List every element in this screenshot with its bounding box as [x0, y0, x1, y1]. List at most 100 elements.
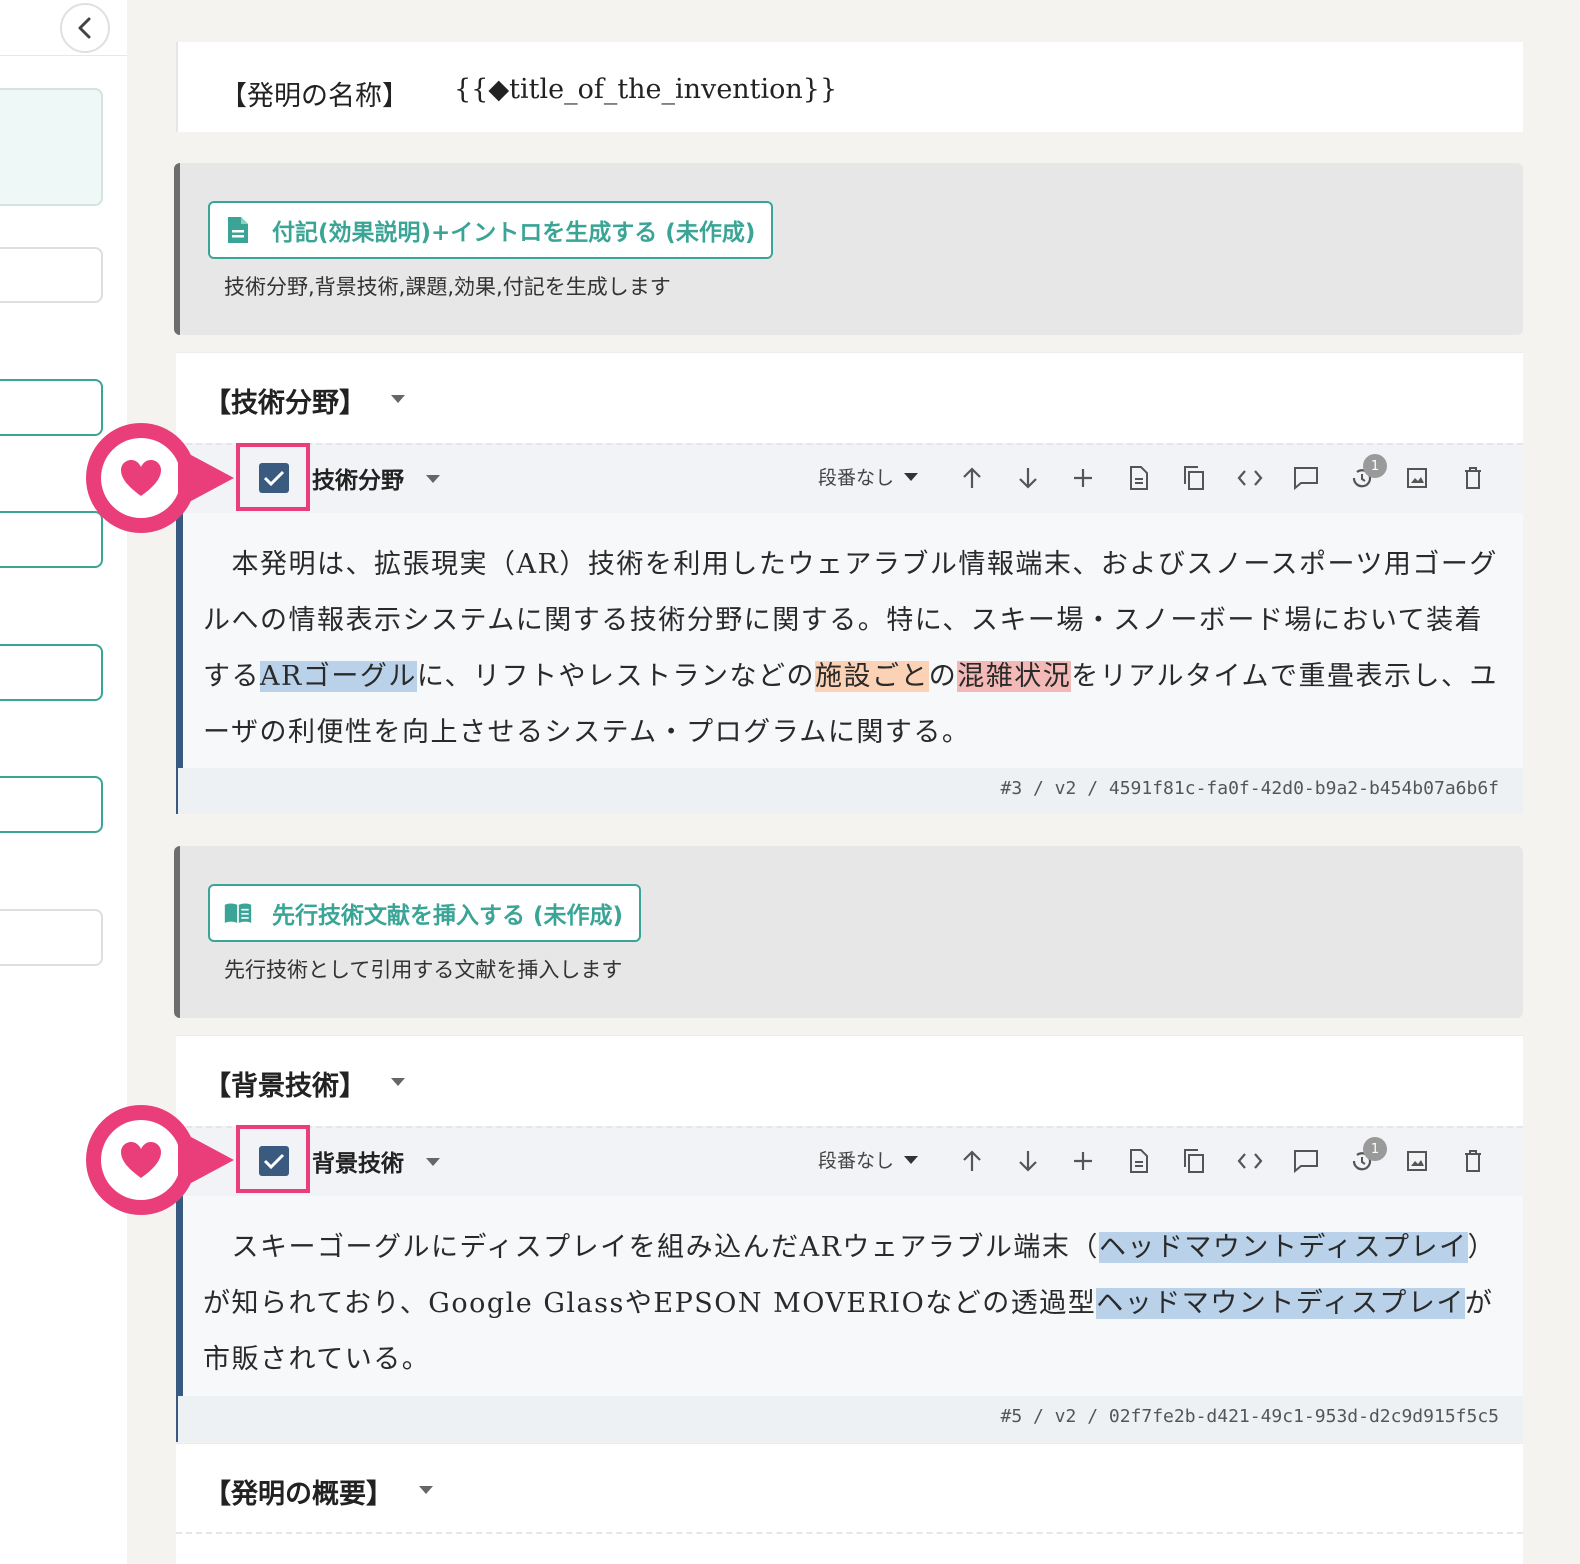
annotation-pointer [178, 1130, 234, 1190]
book-icon [224, 898, 252, 928]
history-count-badge: 1 [1363, 454, 1387, 478]
heart-icon [121, 1142, 161, 1178]
sidebar-card[interactable] [0, 88, 103, 206]
highlighted-term: 混雑状況 [957, 661, 1072, 692]
left-sidebar [0, 0, 127, 1564]
numbering-value: 段番なし [818, 467, 895, 489]
highlighted-term: 施設ごと [815, 661, 929, 692]
section-divider [176, 1532, 1523, 1534]
annotation-pointer [178, 448, 234, 508]
move-down-button[interactable] [1011, 1144, 1045, 1178]
arrow-down-icon [1019, 468, 1037, 489]
numbering-value: 段番なし [818, 1150, 895, 1172]
sidebar-field[interactable] [0, 909, 103, 966]
numbering-dropdown-icon [904, 1155, 919, 1164]
title-value[interactable]: {{◆title_of_the_invention}} [454, 74, 837, 105]
document-button[interactable] [1122, 1144, 1156, 1178]
paragraph-type-label[interactable]: 背景技術 [312, 1144, 404, 1178]
numbering-dropdown-icon [904, 472, 919, 481]
move-up-button[interactable] [955, 1144, 989, 1178]
paragraph-type-label[interactable]: 技術分野 [312, 461, 404, 495]
paragraph-footer: #3 / v2 / 4591f81c-fa0f-42d0-b9a2-b454b0… [176, 768, 1523, 814]
sidebar-button[interactable] [0, 776, 103, 833]
code-button[interactable] [1233, 1144, 1267, 1178]
document-icon [1130, 466, 1148, 490]
comment-icon [1294, 467, 1318, 490]
collapse-sidebar-button[interactable] [60, 3, 110, 53]
section-dropdown-icon[interactable] [391, 1078, 405, 1086]
section-title: 【発明の概要】 [204, 1479, 393, 1510]
text-run: スキーゴーグルにディスプレイを組み込んだARウェアラブル端末（ [203, 1232, 1099, 1263]
section-technical-field: 【技術分野】 技術分野 段番なし 1 本発明は、拡張現実（AR）技術を利用したウ… [176, 352, 1523, 814]
generate-intro-label: 付記(効果説明)+イントロを生成する (未作成) [272, 220, 756, 246]
copy-icon [1184, 466, 1204, 490]
arrow-down-icon [1019, 1151, 1037, 1172]
paragraph-footer: #5 / v2 / 02f7fe2b-d421-49c1-953d-d2c9d9… [176, 1396, 1523, 1442]
highlighted-term: ARゴーグル [260, 661, 417, 692]
section-dropdown-icon[interactable] [391, 395, 405, 403]
insert-prior-art-description: 先行技術として引用する文献を挿入します [224, 958, 623, 982]
insert-prior-art-label: 先行技術文献を挿入する (未作成) [272, 903, 624, 929]
paragraph-body[interactable]: 本発明は、拡張現実（AR）技術を利用したウェアラブル情報端末、およびスノースポー… [176, 513, 1523, 768]
trash-icon [1465, 1150, 1481, 1172]
title-card: 【発明の名称】 {{◆title_of_the_invention}} [176, 42, 1523, 132]
section-background-art: 【背景技術】 背景技術 段番なし 1 スキーゴーグルにディスプレイを組み込んだA… [176, 1035, 1523, 1442]
sidebar-button[interactable] [0, 511, 103, 568]
heart-icon [121, 460, 161, 496]
annotation-highlight-box [236, 1125, 310, 1193]
highlighted-term: ヘッドマウントディスプレイ [1098, 1232, 1468, 1263]
code-icon [1237, 470, 1263, 486]
paragraph-id: #5 / v2 / 02f7fe2b-d421-49c1-953d-d2c9d9… [1000, 1406, 1500, 1427]
copy-icon [1184, 1149, 1204, 1173]
add-paragraph-button[interactable] [1066, 461, 1100, 495]
section-dropdown-icon[interactable] [419, 1486, 433, 1494]
paragraph-toolbar: 背景技術 段番なし 1 [176, 1126, 1523, 1196]
arrow-up-icon [963, 467, 981, 488]
paragraph-type-dropdown-icon[interactable] [426, 1158, 440, 1166]
plus-icon [1074, 469, 1092, 487]
comment-button[interactable] [1289, 461, 1323, 495]
paragraph-body[interactable]: スキーゴーグルにディスプレイを組み込んだARウェアラブル端末（ヘッドマウントディ… [176, 1196, 1523, 1396]
copy-button[interactable] [1177, 461, 1211, 495]
paragraph-type-dropdown-icon[interactable] [426, 475, 440, 483]
comment-button[interactable] [1289, 1144, 1323, 1178]
generate-intro-button[interactable]: 付記(効果説明)+イントロを生成する (未作成) [208, 201, 774, 259]
delete-button[interactable] [1456, 461, 1490, 495]
paragraph-text[interactable]: スキーゴーグルにディスプレイを組み込んだARウェアラブル端末（ヘッドマウントディ… [203, 1220, 1503, 1388]
insert-prior-art-button[interactable]: 先行技術文献を挿入する (未作成) [208, 884, 642, 942]
text-run: の [928, 661, 958, 692]
image-button[interactable] [1400, 461, 1434, 495]
generator-card-intro: 付記(効果説明)+イントロを生成する (未作成) 技術分野,背景技術,課題,効果… [174, 163, 1523, 335]
section-title: 【背景技術】 [204, 1071, 366, 1102]
sidebar-field[interactable] [0, 247, 103, 303]
code-icon [1237, 1153, 1263, 1169]
title-label: 【発明の名称】 [220, 81, 409, 112]
document-icon [1130, 1149, 1148, 1173]
section-title: 【技術分野】 [204, 388, 366, 419]
comment-icon [1294, 1150, 1318, 1173]
paragraph-id: #3 / v2 / 4591f81c-fa0f-42d0-b9a2-b454b0… [1000, 778, 1500, 799]
paragraph-text[interactable]: 本発明は、拡張現実（AR）技術を利用したウェアラブル情報端末、およびスノースポー… [203, 537, 1503, 761]
history-count-badge: 1 [1363, 1137, 1387, 1161]
add-paragraph-button[interactable] [1066, 1144, 1100, 1178]
text-run: に、リフトやレストランなどの [416, 661, 816, 692]
generator-card-prior-art: 先行技術文献を挿入する (未作成) 先行技術として引用する文献を挿入します [174, 846, 1523, 1018]
sidebar-button[interactable] [0, 644, 103, 701]
arrow-up-icon [963, 1150, 981, 1171]
copy-button[interactable] [1177, 1144, 1211, 1178]
code-button[interactable] [1233, 461, 1267, 495]
move-down-button[interactable] [1011, 461, 1045, 495]
trash-icon [1465, 467, 1481, 489]
chevron-left-icon [78, 17, 91, 39]
numbering-select[interactable]: 段番なし [818, 1146, 919, 1173]
section-summary: 【発明の概要】 [176, 1443, 1523, 1564]
document-icon [224, 215, 252, 245]
plus-icon [1074, 1152, 1092, 1170]
move-up-button[interactable] [955, 461, 989, 495]
image-button[interactable] [1400, 1144, 1434, 1178]
numbering-select[interactable]: 段番なし [818, 463, 919, 490]
sidebar-button[interactable] [0, 379, 103, 436]
document-button[interactable] [1122, 461, 1156, 495]
delete-button[interactable] [1456, 1144, 1490, 1178]
generate-intro-description: 技術分野,背景技術,課題,効果,付記を生成します [224, 275, 671, 299]
